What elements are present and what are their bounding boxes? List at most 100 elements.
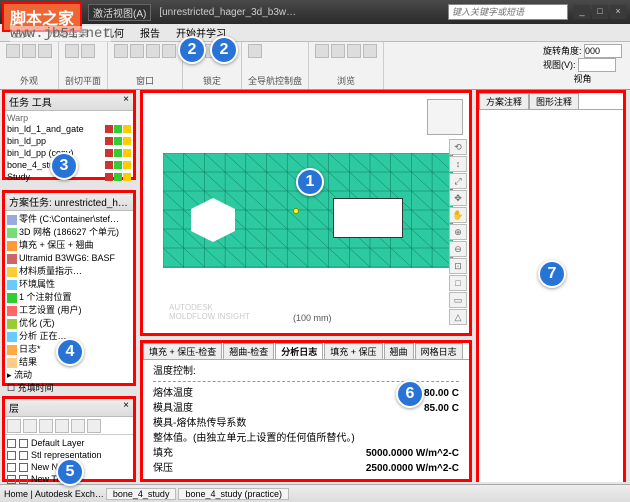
ribbon-group-label: 浏览	[315, 74, 377, 87]
viewport-panel[interactable]: placeholder AUTODESK MOLDFLOW INSIGHT (1…	[140, 90, 472, 336]
ribbon-icon[interactable]	[81, 44, 95, 58]
ribbon-icon[interactable]	[22, 44, 36, 58]
layer-tool-icon[interactable]	[23, 419, 37, 433]
log-row: 整体值。(由独立单元上设置的任何值所替代。)	[153, 431, 459, 446]
ribbon-icon[interactable]	[315, 44, 329, 58]
log-tab[interactable]: 填充 + 保压-检查	[143, 343, 222, 359]
tree-node[interactable]: 优化 (无)	[7, 317, 131, 330]
checkbox[interactable]	[19, 475, 28, 484]
layer-item[interactable]: Default Layer	[7, 437, 131, 449]
tree-node[interactable]: 1 个注射位置	[7, 291, 131, 304]
scale-label: (100 mm)	[293, 313, 332, 323]
view-tool-button[interactable]: ⊡	[449, 258, 467, 274]
ribbon-group-label: 视角	[543, 72, 622, 85]
ribbon-icon[interactable]	[146, 44, 160, 58]
layer-tool-icon[interactable]	[87, 419, 101, 433]
status-tab[interactable]: bone_4_study (practice)	[178, 488, 289, 500]
tab-plan-notes[interactable]: 方案注释	[479, 93, 529, 109]
layer-tool-icon[interactable]	[55, 419, 69, 433]
log-tab[interactable]: 网格日志	[415, 343, 463, 359]
ribbon-group-label: 全导航控制盘	[248, 74, 302, 87]
task-list-item[interactable]: bin_ld_1_and_gate	[7, 123, 131, 135]
status-home[interactable]: Home | Autodesk Exch…	[4, 489, 104, 499]
minimize-button[interactable]: _	[574, 5, 590, 19]
view-tool-button[interactable]: □	[449, 275, 467, 291]
log-tab[interactable]: 翘曲	[384, 343, 414, 359]
layer-tool-icon[interactable]	[39, 419, 53, 433]
tree-node[interactable]: 材料质量指示…	[7, 265, 131, 278]
panel-title: 方案任务: unrestricted_h…	[9, 194, 128, 209]
tree-node[interactable]: 3D 网格 (186627 个单元)	[7, 226, 131, 239]
log-tab[interactable]: 填充 + 保压	[324, 343, 382, 359]
annotation-badge-1: 1	[296, 168, 324, 196]
log-tab[interactable]: 翘曲-检查	[223, 343, 274, 359]
log-tab[interactable]: 分析日志	[275, 343, 323, 359]
ribbon-group-label: 窗口	[114, 74, 176, 87]
ribbon-group-label: 锁定	[189, 74, 235, 87]
view-input[interactable]	[578, 58, 616, 72]
close-icon[interactable]: ×	[123, 94, 129, 109]
ribbon-icon[interactable]	[114, 44, 128, 58]
tree-node[interactable]: Ultramid B3WG6: BASF	[7, 252, 131, 265]
help-search-input[interactable]	[448, 4, 568, 20]
view-tool-button[interactable]: ⤢	[449, 173, 467, 189]
tab-tools[interactable]: 工具	[32, 94, 52, 109]
checkbox[interactable]	[19, 451, 28, 460]
checkbox[interactable]	[19, 439, 28, 448]
annotation-badge-2a: 2	[178, 36, 206, 64]
tab-tasks[interactable]: 任务	[9, 94, 29, 109]
log-panel: 填充 + 保压-检查翘曲-检查分析日志填充 + 保压翘曲网格日志 温度控制: 熔…	[140, 340, 472, 482]
status-tab[interactable]: bone_4_study	[106, 488, 177, 500]
view-tool-button[interactable]: ✥	[449, 190, 467, 206]
tab-graphic-notes[interactable]: 图形注释	[529, 93, 579, 109]
document-title: [unrestricted_hager_3d_b3w…	[159, 7, 296, 18]
log-row: 模具-熔体热传导系数	[153, 416, 459, 431]
tree-node[interactable]: 填充 + 保压 + 翘曲	[7, 239, 131, 252]
checkbox[interactable]	[7, 451, 16, 460]
checkbox[interactable]	[7, 463, 16, 472]
annotation-badge-7: 7	[538, 260, 566, 288]
tree-node[interactable]: 环境属性	[7, 278, 131, 291]
close-icon[interactable]: ×	[123, 400, 129, 415]
notes-body[interactable]	[479, 110, 623, 482]
ribbon-icon[interactable]	[248, 44, 262, 58]
view-tool-button[interactable]: ⊕	[449, 224, 467, 240]
view-tool-button[interactable]: ▭	[449, 292, 467, 308]
task-list-item[interactable]: bin_ld_pp	[7, 135, 131, 147]
tree-node[interactable]: 工艺设置 (用户)	[7, 304, 131, 317]
activate-view-label[interactable]: 激活视图(A)	[88, 4, 151, 21]
ribbon-icon[interactable]	[130, 44, 144, 58]
view-tool-button[interactable]: ↕	[449, 156, 467, 172]
titlebar: 激活视图(A) [unrestricted_hager_3d_b3w… _ □ …	[0, 0, 630, 24]
menu-item[interactable]: 报告	[132, 25, 168, 40]
annotation-badge-2b: 2	[210, 36, 238, 64]
rotation-input[interactable]	[584, 44, 622, 58]
ribbon-icon[interactable]	[38, 44, 52, 58]
ribbon-group-label: 外观	[6, 74, 52, 87]
tree-node[interactable]: ▸ 流动	[7, 369, 131, 382]
tree-node[interactable]: ☐ 充填时间	[7, 382, 131, 395]
view-tool-button[interactable]: ⊖	[449, 241, 467, 257]
checkbox[interactable]	[7, 439, 16, 448]
layer-tool-icon[interactable]	[7, 419, 21, 433]
log-row: 填充5000.0000 W/m^2-C	[153, 446, 459, 461]
view-tool-button[interactable]: △	[449, 309, 467, 325]
tree-node[interactable]: 零件 (C:\Container\stef…	[7, 213, 131, 226]
viewcube[interactable]	[427, 99, 463, 135]
annotation-badge-5: 5	[56, 458, 84, 486]
ribbon-icon[interactable]	[162, 44, 176, 58]
layer-tool-icon[interactable]	[71, 419, 85, 433]
checkbox[interactable]	[7, 475, 16, 484]
ribbon-icon[interactable]	[6, 44, 20, 58]
ribbon-icon[interactable]	[363, 44, 377, 58]
checkbox[interactable]	[19, 463, 28, 472]
ribbon: 外观 剖切平面 窗口 锁定 全导航控制盘 浏览 旋转角度: 视图(V): 视角	[0, 42, 630, 90]
close-button[interactable]: ×	[610, 5, 626, 19]
ribbon-group-label: 剖切平面	[65, 74, 101, 87]
view-tool-button[interactable]: ⟲	[449, 139, 467, 155]
ribbon-icon[interactable]	[331, 44, 345, 58]
ribbon-icon[interactable]	[347, 44, 361, 58]
maximize-button[interactable]: □	[592, 5, 608, 19]
view-tool-button[interactable]: ✋	[449, 207, 467, 223]
ribbon-icon[interactable]	[65, 44, 79, 58]
